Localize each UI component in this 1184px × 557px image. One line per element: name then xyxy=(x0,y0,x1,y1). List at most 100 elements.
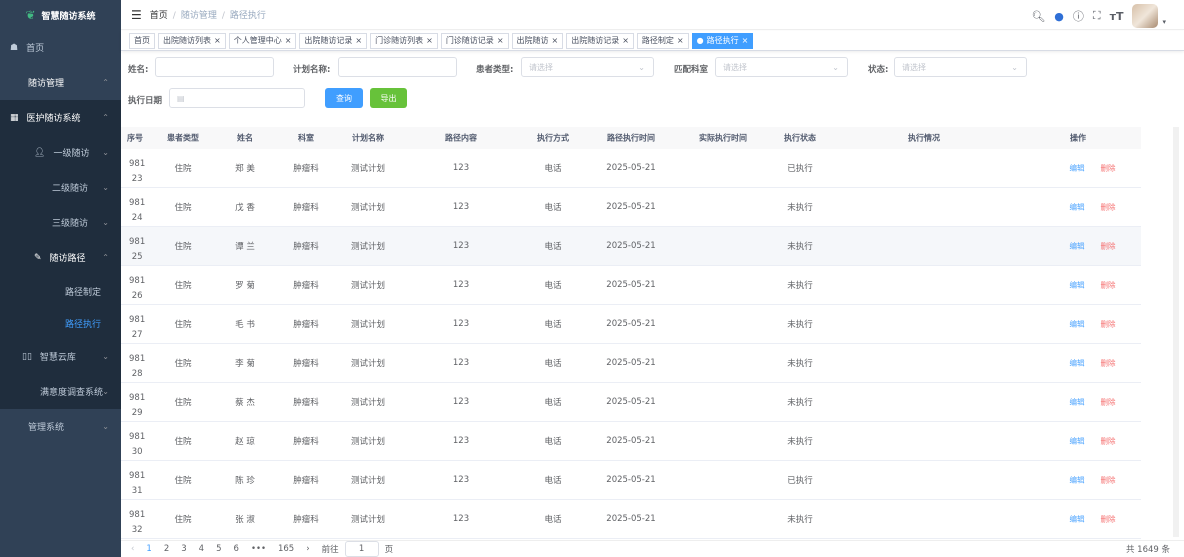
query-button[interactable]: 查询 xyxy=(325,88,363,108)
page-number[interactable]: 6 xyxy=(234,544,239,554)
sidebar-item[interactable]: 二级随访 ⌄ xyxy=(0,170,121,205)
delete-button[interactable]: 删除 xyxy=(1101,397,1116,408)
type-cell: 住院 xyxy=(174,398,192,408)
name-cell: 毛 书 xyxy=(235,320,255,330)
close-icon[interactable]: × xyxy=(497,36,504,45)
tag-8[interactable]: 路径制定 × xyxy=(636,32,689,49)
font-size-icon[interactable]: тT xyxy=(1110,10,1124,23)
delete-button[interactable]: 删除 xyxy=(1101,319,1116,330)
patient-type-select[interactable]: 请选择 ⌄ xyxy=(521,57,654,77)
close-icon[interactable]: × xyxy=(622,36,629,45)
page-number[interactable]: ••• xyxy=(251,544,266,554)
time-cell: 2025-05-21 xyxy=(606,241,656,251)
breadcrumb-home[interactable]: 首页 xyxy=(150,11,168,21)
sidebar-item[interactable]: ✎ 随访路径 ⌃ xyxy=(0,240,121,275)
content-cell: 123 xyxy=(452,163,470,173)
sidebar-item[interactable]: ☗ 首页 xyxy=(0,30,121,65)
date-label: 执行日期 xyxy=(128,96,163,106)
time-cell: 2025-05-21 xyxy=(606,163,656,173)
navbar: ☰ 首页 / 随访管理 / 路径执行 🔍︎ ● ⓘ ⛶ тT ▾ xyxy=(121,0,1184,30)
close-icon[interactable]: × xyxy=(426,36,433,45)
page-number[interactable]: 5 xyxy=(216,544,221,554)
column-header: 实际执行时间 xyxy=(699,133,747,143)
sidebar-item-label: 医护随访系统 xyxy=(26,114,81,124)
tag-2[interactable]: 个人管理中心 × xyxy=(228,32,297,49)
prev-page-icon[interactable]: ‹ xyxy=(131,544,134,554)
caret-down-icon[interactable]: ▾ xyxy=(1162,18,1166,26)
plan-cell: 测试计划 xyxy=(350,398,386,408)
sidebar-item[interactable]: 路径制定 xyxy=(0,275,121,307)
delete-button[interactable]: 删除 xyxy=(1101,358,1116,369)
sidebar-item[interactable]: 满意度调查系统 ⌄ xyxy=(0,374,121,409)
edit-button[interactable]: 编辑 xyxy=(1070,163,1085,174)
avatar[interactable] xyxy=(1132,4,1159,28)
delete-button[interactable]: 删除 xyxy=(1101,475,1116,486)
close-icon[interactable]: × xyxy=(285,36,292,45)
delete-button[interactable]: 删除 xyxy=(1101,241,1116,252)
github-icon[interactable]: ● xyxy=(1054,10,1064,23)
tag-7[interactable]: 出院随访记录 × xyxy=(566,32,634,49)
dept-select[interactable]: 请选择 ⌄ xyxy=(715,57,848,77)
sidebar-item[interactable]: ▦ 医护随访系统 ⌃ xyxy=(0,100,121,135)
edit-button[interactable]: 编辑 xyxy=(1070,475,1085,486)
goto-page-input[interactable]: 1 xyxy=(344,541,379,557)
delete-button[interactable]: 删除 xyxy=(1101,163,1116,174)
page-number[interactable]: 4 xyxy=(199,544,204,554)
page-number[interactable]: 3 xyxy=(181,544,186,554)
dept-label: 匹配科室 xyxy=(674,65,709,75)
close-icon[interactable]: × xyxy=(355,36,362,45)
sidebar-item[interactable]: 三级随访 ⌄ xyxy=(0,205,121,240)
edit-button[interactable]: 编辑 xyxy=(1070,436,1085,447)
next-page-icon[interactable]: › xyxy=(306,544,309,554)
edit-button[interactable]: 编辑 xyxy=(1070,358,1085,369)
edit-button[interactable]: 编辑 xyxy=(1070,202,1085,213)
delete-button[interactable]: 删除 xyxy=(1101,514,1116,525)
scrollbar[interactable] xyxy=(1173,127,1179,537)
tag-0[interactable]: 首页 xyxy=(129,32,155,49)
sidebar-item-label: 满意度调查系统 xyxy=(40,388,104,398)
id-cell: 981 25 xyxy=(129,237,146,262)
tag-9[interactable]: ● 路径执行 × xyxy=(691,32,754,49)
close-icon[interactable]: × xyxy=(677,36,684,45)
table-row: 981 28 住院 李 菊 肿瘤科 测试计划 123 电话 2025-05-21 未执行 编辑 删除 xyxy=(121,344,1141,383)
page-suffix: 页 xyxy=(384,545,394,555)
delete-button[interactable]: 删除 xyxy=(1101,202,1116,213)
chevron-down-icon: ⌄ xyxy=(102,218,109,227)
hamburger-icon[interactable]: ☰ xyxy=(131,8,142,22)
close-icon[interactable]: × xyxy=(214,36,221,45)
edit-button[interactable]: 编辑 xyxy=(1070,280,1085,291)
page-number[interactable]: 1 xyxy=(146,544,151,554)
delete-button[interactable]: 删除 xyxy=(1101,436,1116,447)
id-cell: 981 23 xyxy=(129,159,146,184)
fullscreen-icon[interactable]: ⛶ xyxy=(1093,9,1101,23)
status-cell: 未执行 xyxy=(787,320,813,330)
edit-button[interactable]: 编辑 xyxy=(1070,319,1085,330)
export-button[interactable]: 导出 xyxy=(370,88,407,108)
search-icon[interactable]: 🔍︎ xyxy=(1031,10,1045,23)
tag-6[interactable]: 出院随访 × xyxy=(511,32,564,49)
tag-5[interactable]: 门诊随访记录 × xyxy=(440,32,509,49)
sidebar-item[interactable]: 管理系统 ⌄ xyxy=(0,409,121,444)
tag-3[interactable]: 出院随访记录 × xyxy=(299,32,368,49)
name-input[interactable] xyxy=(155,57,274,77)
sidebar-item[interactable]: 随访管理 ⌃ xyxy=(0,65,121,100)
sidebar-item-label: 一级随访 xyxy=(53,149,90,159)
edit-button[interactable]: 编辑 xyxy=(1070,397,1085,408)
sidebar-item[interactable]: ▯▯ 智慧云库 ⌄ xyxy=(0,339,121,374)
sidebar-item[interactable]: 👤︎ 一级随访 ⌄ xyxy=(0,135,121,170)
delete-button[interactable]: 删除 xyxy=(1101,280,1116,291)
page-number[interactable]: 2 xyxy=(164,544,169,554)
help-icon[interactable]: ⓘ xyxy=(1073,8,1084,24)
tag-1[interactable]: 出院随访列表 × xyxy=(158,32,226,49)
edit-button[interactable]: 编辑 xyxy=(1070,514,1085,525)
tag-label: 门诊随访记录 xyxy=(445,36,494,45)
date-picker[interactable]: ▤ xyxy=(169,88,305,108)
close-icon[interactable]: × xyxy=(552,36,559,45)
status-select[interactable]: 请选择 ⌄ xyxy=(894,57,1027,77)
sidebar-item[interactable]: 路径执行 xyxy=(0,307,121,339)
edit-button[interactable]: 编辑 xyxy=(1070,241,1085,252)
close-icon[interactable]: × xyxy=(742,36,749,45)
tag-4[interactable]: 门诊随访列表 × xyxy=(370,32,438,49)
plan-input[interactable] xyxy=(338,57,457,77)
page-number[interactable]: 165 xyxy=(278,544,294,554)
